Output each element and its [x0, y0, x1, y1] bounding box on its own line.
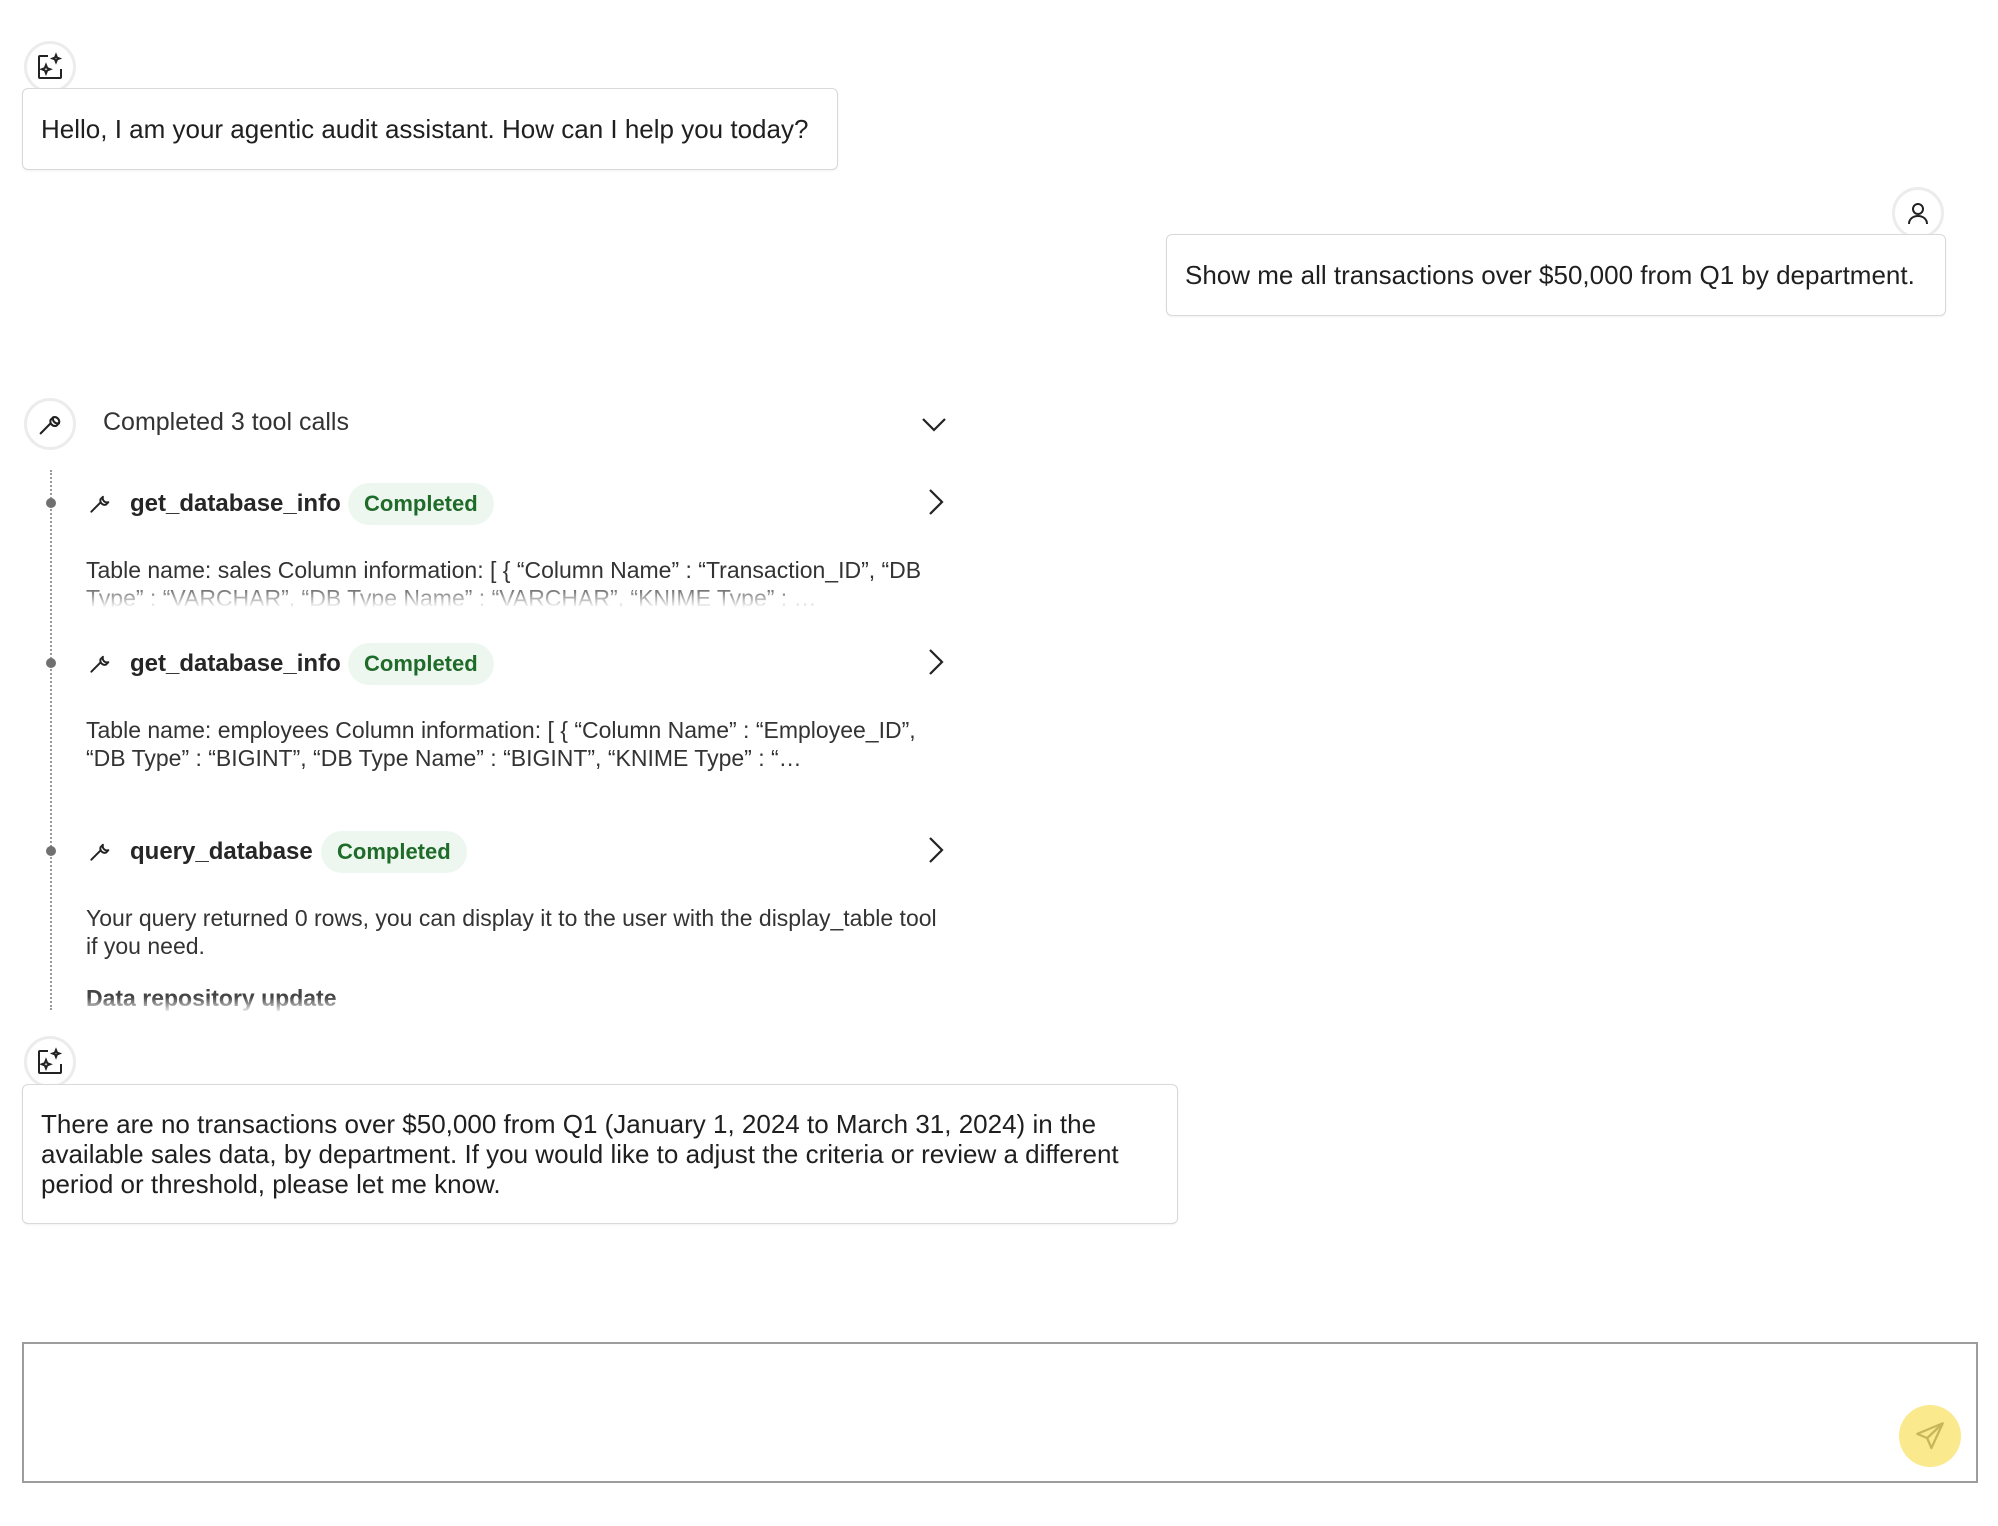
- status-badge: Completed: [321, 831, 467, 873]
- wrench-icon: [90, 843, 110, 861]
- assistant-answer-bubble: There are no transactions over $50,000 f…: [22, 1084, 1178, 1224]
- greeting-text: Hello, I am your agentic audit assistant…: [41, 114, 809, 144]
- tool-call-result-text: Your query returned 0 rows, you can disp…: [86, 905, 937, 959]
- tool-call-result: Your query returned 0 rows, you can disp…: [86, 904, 946, 960]
- timeline-dot: [46, 846, 56, 856]
- data-repository-update-heading: Data repository update: [86, 985, 486, 1013]
- tool-call-result: Table name: sales Column information: [ …: [86, 556, 946, 608]
- assistant-avatar: [24, 41, 76, 93]
- tool-call-result-text: Table name: employees Column information…: [86, 717, 916, 771]
- wrench-icon: [90, 655, 110, 673]
- chat-input-box[interactable]: [22, 1342, 1978, 1483]
- repo-update-text: Data repository update: [86, 985, 337, 1011]
- send-button[interactable]: [1899, 1405, 1961, 1467]
- tool-calls-avatar: [24, 398, 76, 450]
- answer-text: There are no transactions over $50,000 f…: [41, 1109, 1119, 1199]
- sparkle-image-icon: [38, 52, 63, 79]
- status-badge: Completed: [348, 483, 494, 525]
- chevron-down-icon[interactable]: [921, 411, 947, 437]
- status-badge: Completed: [348, 643, 494, 685]
- user-message-text: Show me all transactions over $50,000 fr…: [1185, 260, 1915, 290]
- assistant-greeting-bubble: Hello, I am your agentic audit assistant…: [22, 88, 838, 170]
- chevron-right-icon[interactable]: [926, 648, 946, 676]
- tool-call-name[interactable]: get_database_info: [130, 490, 341, 518]
- timeline-dot: [46, 658, 56, 668]
- tool-calls-summary[interactable]: Completed 3 tool calls: [103, 408, 349, 437]
- wrench-icon: [39, 416, 61, 435]
- send-icon: [1916, 1422, 1944, 1450]
- tool-call-name[interactable]: get_database_info: [130, 650, 341, 678]
- tool-timeline: [50, 470, 52, 1010]
- chevron-right-icon[interactable]: [926, 836, 946, 864]
- chevron-right-icon[interactable]: [926, 488, 946, 516]
- timeline-dot: [46, 498, 56, 508]
- user-avatar: [1892, 187, 1944, 239]
- tool-call-result-text: Table name: sales Column information: [ …: [86, 557, 922, 608]
- chat-input[interactable]: [24, 1344, 1976, 1481]
- tool-call-name[interactable]: query_database: [130, 838, 313, 866]
- sparkle-image-icon: [38, 1047, 63, 1074]
- user-icon: [1908, 203, 1928, 225]
- tool-call-result: Table name: employees Column information…: [86, 716, 946, 796]
- assistant-avatar: [24, 1036, 76, 1088]
- user-message-bubble: Show me all transactions over $50,000 fr…: [1166, 234, 1946, 316]
- wrench-icon: [90, 495, 110, 513]
